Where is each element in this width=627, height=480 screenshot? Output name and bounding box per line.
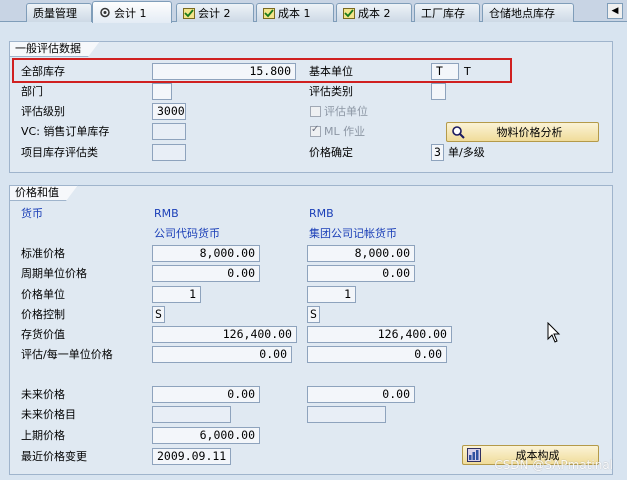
standard-price-field-2[interactable]: 8,000.00 [307, 245, 415, 262]
future-price-date-field-2[interactable] [307, 406, 386, 423]
material-price-analysis-button[interactable]: 物料价格分析 [446, 122, 599, 142]
tab-label: 成本 2 [358, 7, 391, 20]
previous-price-label: 上期价格 [21, 429, 65, 442]
tab-label: 质量管理 [33, 7, 77, 20]
ml-act-label: ML 作业 [324, 125, 366, 138]
valuation-category-label: 评估类别 [309, 85, 353, 98]
tab-label: 仓储地点库存 [489, 7, 555, 20]
standard-price-label: 标准价格 [21, 247, 65, 260]
valuation-class-field[interactable]: 3000 [152, 103, 186, 120]
division-label: 部门 [21, 85, 43, 98]
project-stock-valuation-class-label: 项目库存评估类 [21, 146, 98, 159]
tab-cost-2[interactable]: 成本 2 [336, 3, 412, 22]
eye-icon [99, 7, 111, 18]
inventory-value-field-1[interactable]: 126,400.00 [152, 326, 297, 343]
tab-quality-management[interactable]: 质量管理 [26, 3, 92, 22]
base-unit-label: 基本单位 [309, 65, 353, 78]
valuation-class-label: 评估级别 [21, 105, 65, 118]
price-control-field-2[interactable]: S [307, 306, 320, 323]
total-stock-field[interactable]: 15.800 [152, 63, 296, 80]
periodic-unit-price-field-2[interactable]: 0.00 [307, 265, 415, 282]
periodic-unit-price-field-1[interactable]: 0.00 [152, 265, 260, 282]
tab-label: 会计 2 [198, 7, 231, 20]
tab-cost-1[interactable]: 成本 1 [256, 3, 334, 22]
total-stock-label: 全部库存 [21, 65, 65, 78]
check-icon [183, 7, 195, 19]
currency-2: RMB [309, 207, 334, 220]
price-unit-label: 价格单位 [21, 288, 65, 301]
price-unit-field-2[interactable]: 1 [307, 286, 356, 303]
watermark: CSDN @SAPmatinal [494, 458, 613, 472]
price-unit-field-1[interactable]: 1 [152, 286, 201, 303]
price-determination-label: 价格确定 [309, 146, 353, 159]
base-unit-field[interactable]: T [431, 63, 459, 80]
ml-act-checkbox[interactable] [310, 124, 321, 137]
future-price-date-label: 未来价格目 [21, 408, 76, 421]
mouse-cursor-icon [547, 321, 561, 347]
check-icon [343, 7, 355, 19]
valuation-category-field[interactable] [431, 83, 446, 100]
currency-1: RMB [154, 207, 179, 220]
check-icon [263, 7, 275, 19]
previous-price-field[interactable]: 6,000.00 [152, 427, 260, 444]
group-currency-header: 集团公司记帐货币 [309, 227, 397, 240]
price-control-label: 价格控制 [21, 308, 65, 321]
group-title: 一般评估数据 [9, 41, 100, 57]
valuation-unit-checkbox[interactable] [310, 106, 321, 117]
tab-accounting-1[interactable]: 会计 1 [92, 1, 172, 23]
valuation-unit-label: 评估单位 [324, 105, 368, 118]
cost-structure-icon [467, 448, 481, 462]
project-stock-valuation-class-field[interactable] [152, 144, 186, 161]
periodic-unit-price-label: 周期单位价格 [21, 267, 87, 280]
base-unit-text: T [464, 65, 471, 78]
tab-strip: 质量管理 会计 1 会计 2 成本 1 成本 2 工厂库存 仓储地点库存 ◀ [0, 0, 627, 23]
vc-sales-order-stock-field[interactable] [152, 123, 186, 140]
tab-label: 成本 1 [278, 7, 311, 20]
valuation-per-unit-price-label: 评估/每一单位价格 [21, 348, 113, 361]
tab-label: 工厂库存 [421, 7, 465, 20]
price-determination-field[interactable]: 3 [431, 144, 444, 161]
last-price-change-label: 最近价格变更 [21, 450, 87, 463]
caret-left-icon: ◀ [611, 6, 619, 16]
button-label: 物料价格分析 [496, 126, 563, 139]
valuation-per-unit-price-field-2[interactable]: 0.00 [307, 346, 447, 363]
future-price-field-2[interactable]: 0.00 [307, 386, 415, 403]
vc-sales-order-stock-label: VC: 销售订单库存 [21, 125, 110, 138]
future-price-field-1[interactable]: 0.00 [152, 386, 260, 403]
group-title: 价格和值 [9, 185, 78, 201]
price-determination-text: 单/多级 [448, 146, 485, 159]
tab-scroll-left-button[interactable]: ◀ [607, 3, 623, 19]
magnifier-icon [451, 125, 465, 139]
division-field[interactable] [152, 83, 172, 100]
inventory-value-label: 存货价值 [21, 328, 65, 341]
future-price-date-field-1[interactable] [152, 406, 231, 423]
company-code-currency-header: 公司代码货币 [154, 227, 220, 240]
currency-label: 货币 [21, 207, 43, 220]
tab-storage-location-stock[interactable]: 仓储地点库存 [482, 3, 574, 22]
future-price-label: 未来价格 [21, 388, 65, 401]
tab-accounting-2[interactable]: 会计 2 [176, 3, 254, 22]
standard-price-field-1[interactable]: 8,000.00 [152, 245, 260, 262]
inventory-value-field-2[interactable]: 126,400.00 [307, 326, 452, 343]
tab-label: 会计 1 [114, 6, 147, 20]
price-control-field-1[interactable]: S [152, 306, 165, 323]
valuation-per-unit-price-field-1[interactable]: 0.00 [152, 346, 292, 363]
last-price-change-field[interactable]: 2009.09.11 [152, 448, 231, 465]
tab-plant-stock[interactable]: 工厂库存 [414, 3, 480, 22]
